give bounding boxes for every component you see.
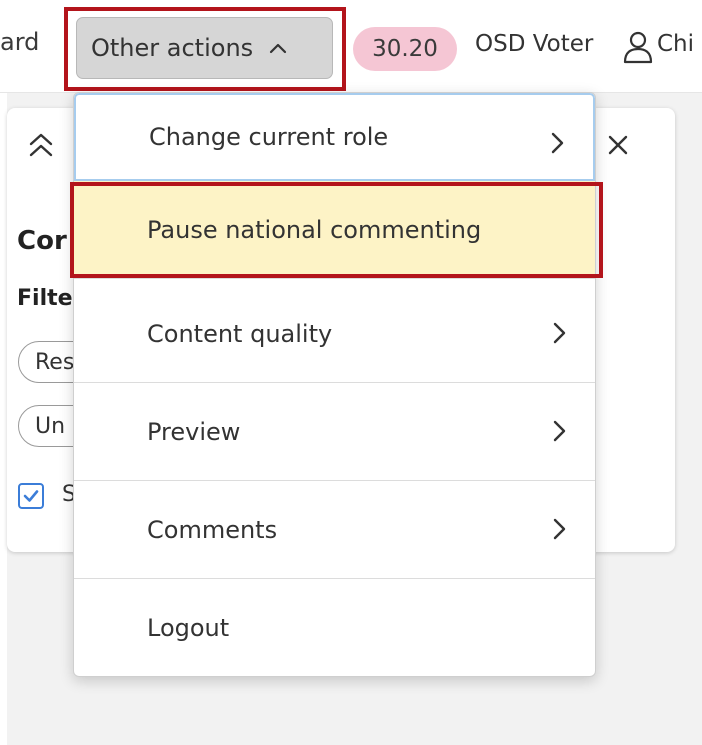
highlight-box-pause-commenting [70, 182, 603, 278]
menu-item-logout[interactable]: Logout [74, 579, 595, 676]
menu-item-label: Content quality [147, 319, 333, 348]
user-icon[interactable] [622, 30, 654, 64]
chevron-right-icon [549, 515, 569, 543]
close-icon[interactable] [605, 132, 631, 158]
nav-link-dashboard[interactable]: ard [0, 28, 39, 56]
filter-checkbox[interactable] [18, 483, 44, 509]
menu-item-preview[interactable]: Preview [74, 383, 595, 481]
double-chevron-up-icon[interactable] [26, 128, 56, 162]
stage-badge: 30.20 [353, 27, 457, 71]
highlight-box-other-actions [64, 7, 346, 91]
menu-item-label: Logout [147, 614, 230, 642]
menu-item-label: Preview [147, 417, 241, 446]
menu-item-label: Comments [147, 515, 278, 544]
check-icon [23, 490, 39, 502]
other-actions-menu: Change current role Pause national comme… [73, 92, 596, 677]
menu-item-comments[interactable]: Comments [74, 481, 595, 579]
menu-item-label: Change current role [149, 123, 389, 151]
user-name[interactable]: Chi [657, 31, 694, 57]
chevron-right-icon [549, 417, 569, 445]
filter-heading: Filte [17, 286, 73, 311]
panel-title: Cor [17, 226, 67, 256]
menu-item-change-current-role[interactable]: Change current role [74, 93, 595, 181]
menu-item-content-quality[interactable]: Content quality [74, 285, 595, 383]
chevron-right-icon [547, 129, 567, 157]
role-label: OSD Voter [475, 31, 594, 57]
chevron-right-icon [549, 319, 569, 347]
